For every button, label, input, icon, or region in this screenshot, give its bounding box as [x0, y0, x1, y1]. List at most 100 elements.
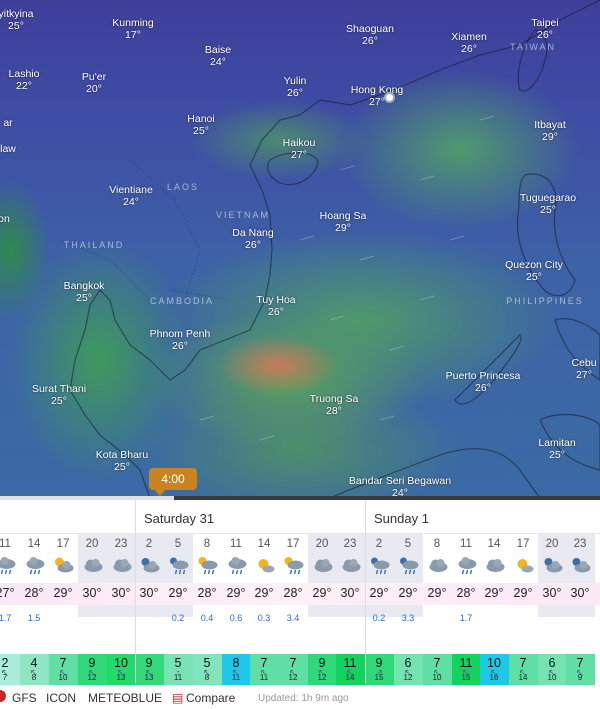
country-label: TAIWAN: [510, 42, 556, 52]
city-temp: 29°: [335, 222, 351, 234]
sun-cloud-icon: [509, 556, 538, 580]
city-label[interactable]: Lamitan 25°: [538, 437, 575, 461]
model-icon[interactable]: ICON: [46, 691, 76, 705]
rain-cloud-icon: [20, 556, 49, 580]
city-temp: 26°: [245, 239, 261, 251]
wind-direction-arrow-icon: ↖: [87, 668, 97, 679]
city-label[interactable]: Da Nang 26°: [232, 227, 273, 251]
temp-cell: 30°: [570, 586, 590, 600]
wind-direction-arrow-icon: ↖: [317, 668, 327, 679]
city-temp: 25°: [76, 292, 92, 304]
rain-sun-icon: [193, 556, 222, 580]
city-label[interactable]: Kota Bharu 25°: [96, 449, 149, 473]
model-gfs[interactable]: GFS: [12, 691, 37, 705]
city-temp: 25°: [51, 395, 67, 407]
city-name: yitkyina: [0, 8, 34, 20]
updated-status: Updated: 1h 9m ago: [258, 693, 349, 704]
city-label[interactable]: Itbayat 29°: [534, 119, 566, 143]
city-label[interactable]: yitkyina 25°: [0, 8, 34, 32]
rain-cell: 1.7: [0, 613, 12, 623]
city-label[interactable]: Xiamen 26°: [451, 31, 487, 55]
city-label[interactable]: Quezon City 25°: [505, 259, 563, 283]
city-name: Tuguegarao: [519, 192, 577, 204]
weather-map[interactable]: yitkyina 25° Kunming 17° Baise 24° Shaoguan 26°…: [0, 0, 600, 498]
rain-moon-icon: [164, 556, 193, 580]
city-temp: 29°: [542, 131, 558, 143]
city-label[interactable]: Kunming 17°: [112, 17, 153, 41]
city-label[interactable]: Hanoi 25°: [187, 113, 214, 137]
city-label-partial: law: [0, 143, 16, 155]
forecast-table[interactable]: Saturday 31 Sunday 1 11 14 17 20 23 2 5 8 11 14 17 2…: [0, 500, 600, 688]
city-name: Yulin: [283, 75, 307, 87]
rain-cell: 0.3: [257, 613, 271, 623]
city-temp: 26°: [287, 87, 303, 99]
rain-cell: 0.4: [200, 613, 214, 623]
city-temp: 25°: [549, 449, 565, 461]
hour-cell: 14: [257, 538, 271, 550]
hour-cell: 11: [230, 538, 242, 550]
city-name: Hanoi: [187, 113, 215, 125]
city-label[interactable]: Yulin 26°: [284, 75, 307, 99]
temp-cell: 28°: [283, 586, 303, 600]
cloud-icon: [308, 556, 337, 580]
city-temp: 26°: [475, 382, 491, 394]
temp-cell: 29°: [398, 586, 418, 600]
rain-cell: 1.5: [27, 613, 41, 623]
city-label[interactable]: Bangkok 25°: [64, 280, 105, 304]
city-temp: 24°: [123, 196, 139, 208]
hour-cell: 11: [0, 538, 11, 550]
city-name: Baise: [204, 44, 232, 56]
hour-cell: 17: [516, 538, 530, 550]
city-label[interactable]: Shaoguan 26°: [346, 23, 394, 47]
rain-cell: 0.2: [372, 613, 386, 623]
city-label[interactable]: Truong Sa 28°: [310, 393, 359, 417]
city-temp: 25°: [526, 271, 542, 283]
city-label[interactable]: Tuguegarao 25°: [520, 192, 576, 216]
city-name: Hong Kong: [350, 84, 404, 96]
city-label-partial: on: [0, 213, 10, 225]
wind-direction-arrow-icon: ↖: [547, 668, 557, 679]
city-label[interactable]: Cebu 27°: [571, 357, 596, 381]
wind-direction-arrow-icon: ↗: [374, 668, 384, 679]
hour-cell: 20: [545, 538, 559, 550]
city-label[interactable]: Pu'er 20°: [82, 71, 106, 95]
city-name: Cebu: [571, 357, 597, 369]
temp-cell: 30°: [542, 586, 562, 600]
cloud-moon-icon: [566, 556, 595, 580]
city-label[interactable]: Bandar Seri Begawan 24°: [349, 475, 451, 498]
city-label[interactable]: Hoang Sa 29°: [320, 210, 367, 234]
compare-icon[interactable]: ▤: [172, 691, 183, 705]
city-label[interactable]: Hong Kong 27°: [351, 84, 404, 108]
city-label[interactable]: Phnom Penh 26°: [150, 328, 211, 352]
city-label[interactable]: Surat Thani 25°: [32, 383, 86, 407]
city-label[interactable]: Lashio 22°: [9, 68, 40, 92]
city-label[interactable]: Baise 24°: [205, 44, 231, 68]
rain-cell: 0.2: [171, 613, 185, 623]
country-label: CAMBODIA: [149, 296, 215, 306]
temp-cell: 27°: [0, 586, 15, 600]
hour-cell: 23: [573, 538, 587, 550]
wind-direction-arrow-icon: ↖: [288, 668, 298, 679]
city-temp: 25°: [540, 204, 556, 216]
wind-direction-arrow-icon: ↖: [58, 668, 68, 679]
city-name: Kunming: [112, 17, 154, 29]
compare-link[interactable]: Compare: [186, 691, 235, 705]
temp-cell: 29°: [369, 586, 389, 600]
temp-cell: 30°: [340, 586, 360, 600]
hour-cell: 5: [174, 538, 182, 550]
wind-direction-arrow-icon: ↖: [403, 668, 413, 679]
model-meteoblue[interactable]: METEOBLUE: [88, 691, 162, 705]
timeline-time-bubble[interactable]: 4:00: [149, 468, 197, 496]
cloud-sun-icon: [49, 556, 78, 580]
city-label[interactable]: Vientiane 24°: [109, 184, 153, 208]
city-label[interactable]: Puerto Princesa 26°: [446, 370, 521, 394]
hour-cell: 17: [286, 538, 300, 550]
hour-cell: 11: [460, 538, 472, 550]
hour-cell: 17: [56, 538, 70, 550]
rain-cloud-icon: [452, 556, 481, 580]
city-label[interactable]: Tuy Hoa 26°: [256, 294, 295, 318]
wind-direction-arrow-icon: ↖: [461, 668, 471, 679]
location-pin-icon[interactable]: [384, 92, 395, 103]
city-label[interactable]: Taipei 26°: [531, 17, 558, 41]
city-label[interactable]: Haikou 27°: [283, 137, 316, 161]
